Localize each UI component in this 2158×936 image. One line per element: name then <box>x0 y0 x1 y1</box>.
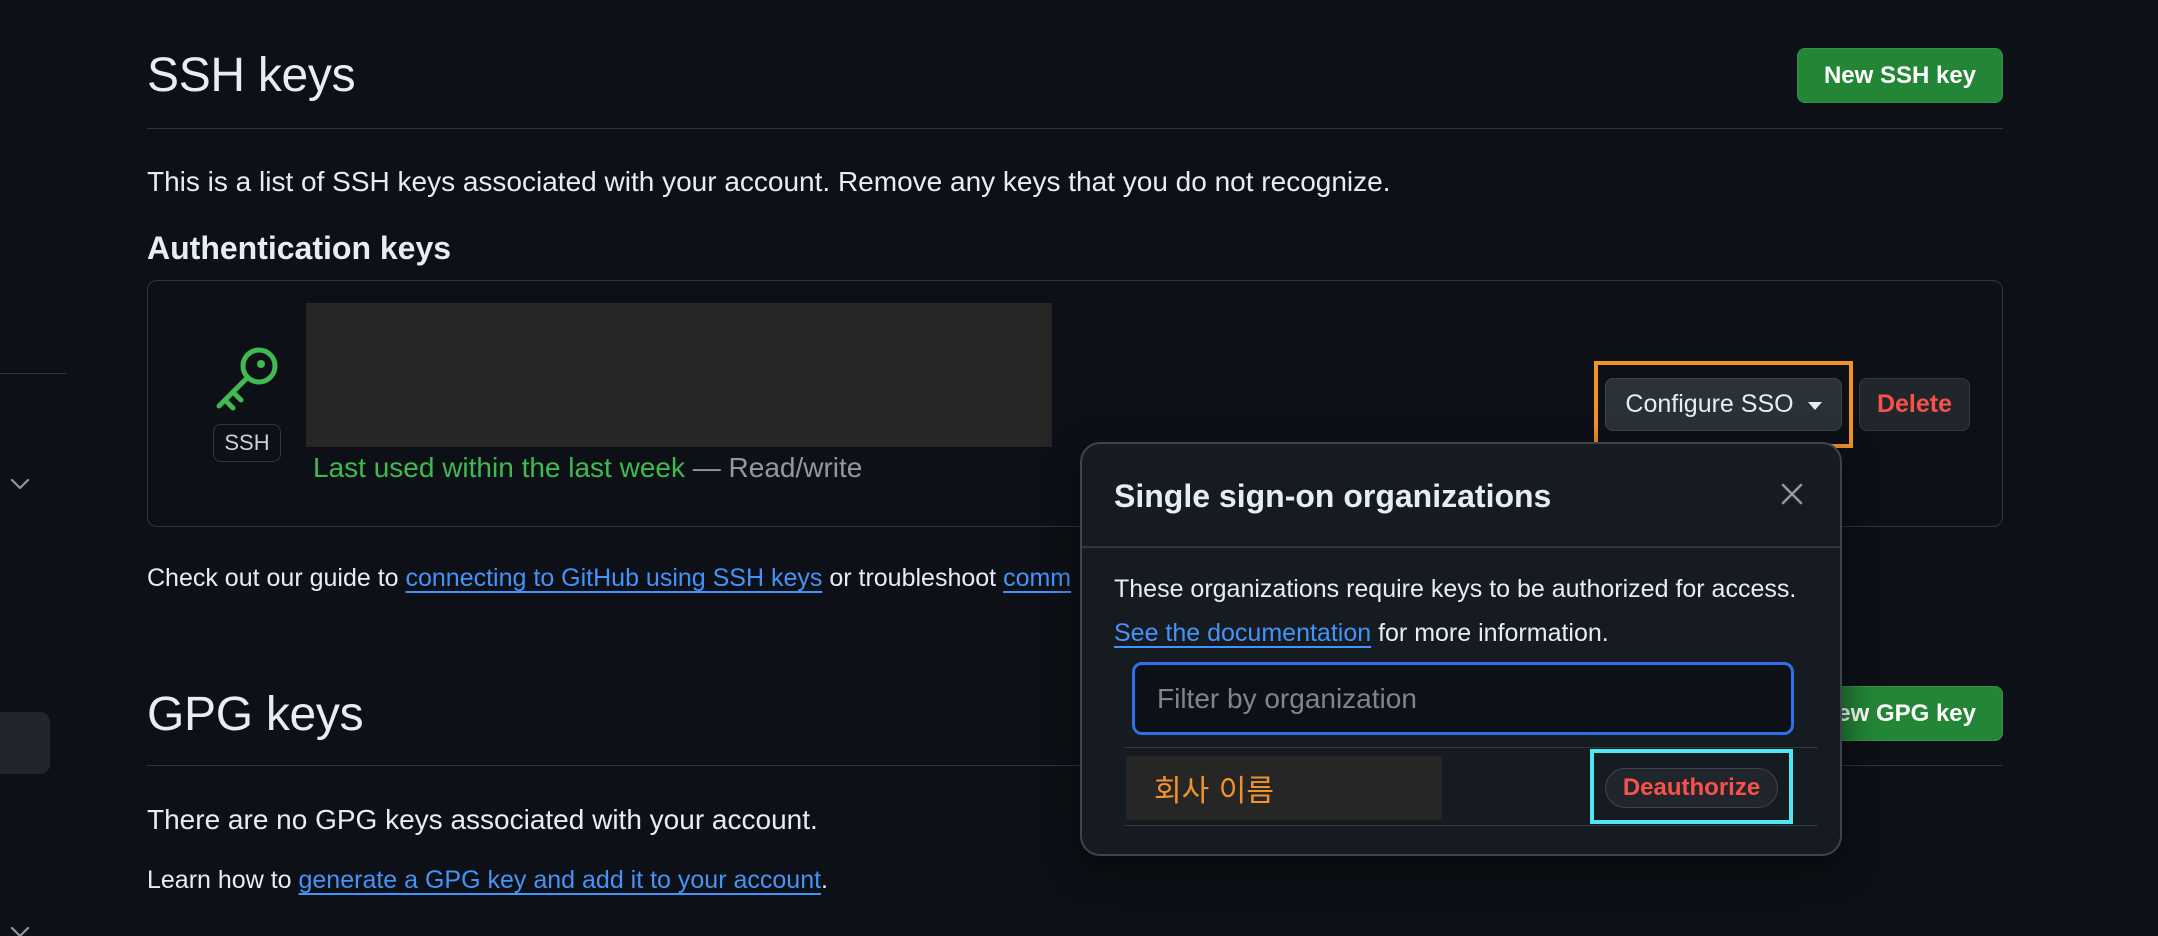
gpg-guide-link[interactable]: generate a GPG key and add it to your ac… <box>299 866 822 894</box>
guide-prefix: Check out our guide to <box>147 564 406 592</box>
learn-suffix: . <box>821 866 828 894</box>
organization-filter-input[interactable] <box>1132 662 1794 735</box>
key-usage: Last used within the last week — Read/wr… <box>313 452 862 484</box>
chevron-down-icon[interactable] <box>8 922 32 936</box>
ssh-guide-text: Check out our guide to connecting to Git… <box>147 564 1071 593</box>
troubleshoot-link[interactable]: comm <box>1003 564 1071 592</box>
deauthorize-button[interactable]: Deauthorize <box>1605 768 1778 808</box>
sidebar-item-active[interactable] <box>0 712 50 774</box>
chevron-down-icon[interactable] <box>8 472 32 496</box>
popover-description-line2: for more information. <box>1371 619 1609 647</box>
section-divider <box>147 128 2003 129</box>
authentication-keys-heading: Authentication keys <box>147 230 452 266</box>
close-icon[interactable] <box>1777 479 1807 509</box>
guide-middle: or troubleshoot <box>822 564 1004 592</box>
sidebar-divider <box>0 373 67 374</box>
key-details-redacted <box>306 303 1052 447</box>
key-access: — Read/write <box>684 452 863 483</box>
new-ssh-key-button[interactable]: New SSH key <box>1797 48 2003 103</box>
popover-title: Single sign-on organizations <box>1114 478 1552 514</box>
sso-organizations-popover: Single sign-on organizations These organ… <box>1080 442 1842 856</box>
documentation-link[interactable]: See the documentation <box>1114 619 1371 647</box>
learn-prefix: Learn how to <box>147 866 299 894</box>
gpg-keys-title: GPG keys <box>147 688 364 741</box>
gpg-empty-text: There are no GPG keys associated with yo… <box>147 804 818 835</box>
ssh-keys-title: SSH keys <box>147 49 356 102</box>
key-icon <box>216 347 278 411</box>
configure-sso-button[interactable]: Configure SSO <box>1605 378 1842 431</box>
caret-down-icon <box>1807 402 1822 410</box>
ssh-guide-link[interactable]: connecting to GitHub using SSH keys <box>406 564 823 592</box>
list-divider <box>1124 825 1818 826</box>
delete-key-button[interactable]: Delete <box>1859 378 1970 431</box>
ssh-description: This is a list of SSH keys associated wi… <box>147 166 1391 197</box>
organization-name: 회사 이름 <box>1154 774 1274 809</box>
settings-page: SSH keys New SSH key This is a list of S… <box>0 0 2158 936</box>
gpg-learn-text: Learn how to generate a GPG key and add … <box>147 866 828 895</box>
popover-divider <box>1082 546 1840 548</box>
configure-sso-label: Configure SSO <box>1625 390 1794 418</box>
popover-description-line1: These organizations require keys to be a… <box>1114 575 1797 603</box>
popover-description: These organizations require keys to be a… <box>1114 567 1796 655</box>
key-last-used: Last used within the last week <box>313 452 685 483</box>
list-divider <box>1124 747 1818 748</box>
ssh-type-badge: SSH <box>213 424 281 462</box>
